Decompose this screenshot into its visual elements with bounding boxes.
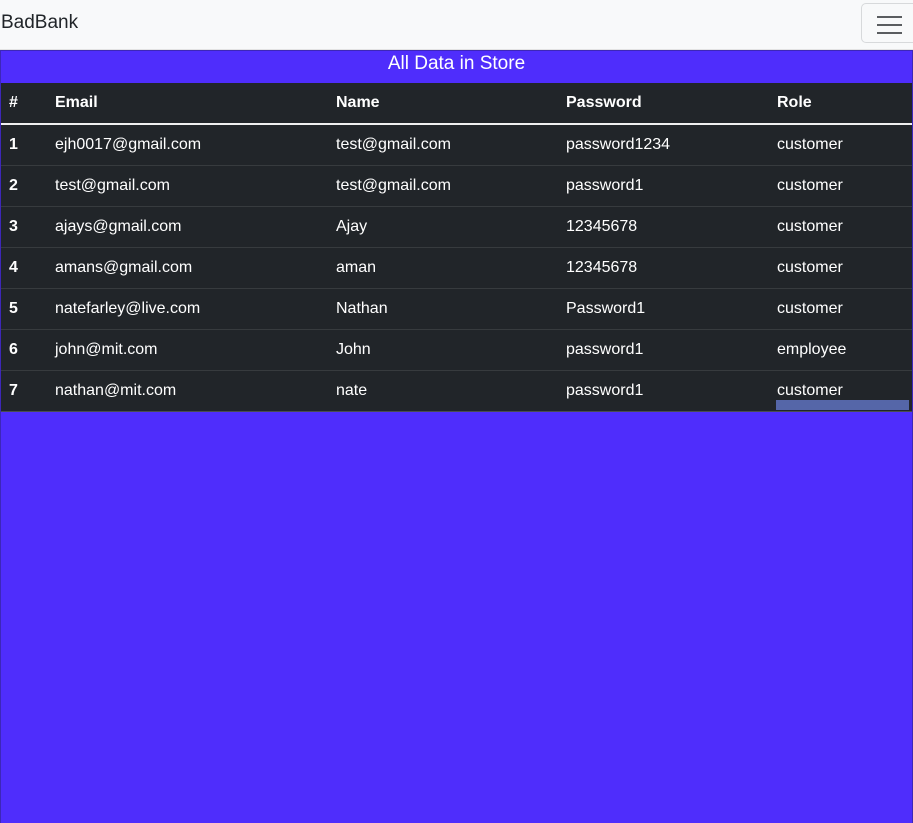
role-cell: customer — [769, 165, 912, 207]
email-cell: nathan@mit.com — [47, 370, 328, 412]
table-row: 5 natefarley@live.com Nathan Password1 c… — [1, 288, 912, 330]
table-header-row: # Email Name Password Role — [1, 83, 912, 125]
card-header: All Data in Store — [387, 53, 526, 74]
table-row: 1 ejh0017@gmail.com test@gmail.com passw… — [1, 124, 912, 166]
name-cell: John — [328, 329, 558, 371]
row-number: 1 — [1, 124, 47, 166]
row-number: 2 — [1, 165, 47, 207]
password-cell: 12345678 — [558, 206, 769, 248]
name-cell: nate — [328, 370, 558, 412]
role-cell: employee — [769, 329, 912, 371]
email-cell: john@mit.com — [47, 329, 328, 371]
name-cell: Ajay — [328, 206, 558, 248]
password-cell: password1234 — [558, 124, 769, 166]
row-number: 6 — [1, 329, 47, 371]
email-cell: amans@gmail.com — [47, 247, 328, 289]
column-header-name: Name — [328, 83, 558, 125]
name-cell: aman — [328, 247, 558, 289]
column-header-role: Role — [769, 83, 912, 125]
password-cell: 12345678 — [558, 247, 769, 289]
row-number: 3 — [1, 206, 47, 248]
column-header-number: # — [1, 83, 47, 125]
navbar-toggler-button[interactable] — [861, 3, 913, 43]
column-header-email: Email — [47, 83, 328, 125]
name-cell: Nathan — [328, 288, 558, 330]
selection-highlight — [776, 400, 909, 410]
table-row: 6 john@mit.com John password1 employee — [1, 329, 912, 371]
user-data-table: # Email Name Password Role 1 ejh0017@gma… — [1, 83, 912, 412]
role-cell: customer — [769, 124, 912, 166]
table-row: 3 ajays@gmail.com Ajay 12345678 customer — [1, 206, 912, 248]
role-cell: customer — [769, 247, 912, 289]
password-cell: password1 — [558, 165, 769, 207]
row-number: 4 — [1, 247, 47, 289]
row-number: 5 — [1, 288, 47, 330]
table-row: 2 test@gmail.com test@gmail.com password… — [1, 165, 912, 207]
password-cell: password1 — [558, 370, 769, 412]
email-cell: test@gmail.com — [47, 165, 328, 207]
email-cell: natefarley@live.com — [47, 288, 328, 330]
role-cell: customer — [769, 206, 912, 248]
name-cell: test@gmail.com — [328, 124, 558, 166]
email-cell: ajays@gmail.com — [47, 206, 328, 248]
hamburger-menu-icon — [877, 16, 902, 18]
password-cell: Password1 — [558, 288, 769, 330]
email-cell: ejh0017@gmail.com — [47, 124, 328, 166]
navbar-brand[interactable]: BadBank — [1, 11, 78, 35]
all-data-card: All Data in Store # Email Name Password … — [0, 50, 913, 823]
name-cell: test@gmail.com — [328, 165, 558, 207]
role-cell: customer — [769, 288, 912, 330]
password-cell: password1 — [558, 329, 769, 371]
navbar: BadBank — [0, 0, 913, 50]
row-number: 7 — [1, 370, 47, 412]
table-row: 4 amans@gmail.com aman 12345678 customer — [1, 247, 912, 289]
column-header-password: Password — [558, 83, 769, 125]
